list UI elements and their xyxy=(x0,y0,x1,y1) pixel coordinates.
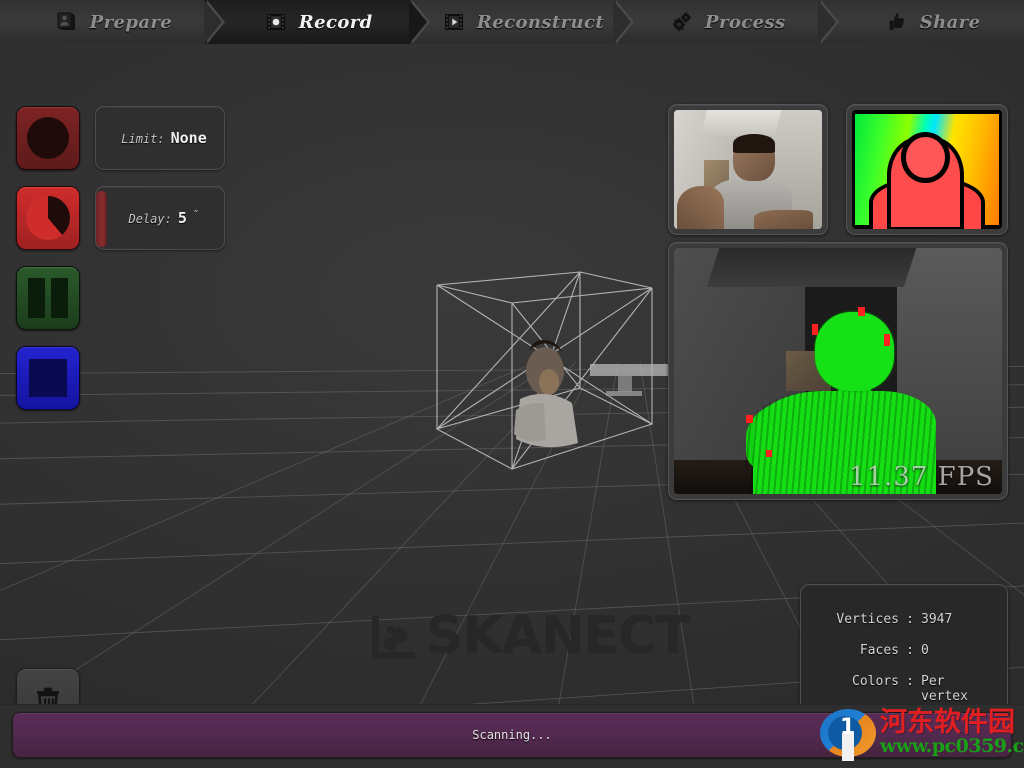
delay-field-label: Delay: xyxy=(128,212,172,226)
tab-process[interactable]: Process xyxy=(614,0,839,44)
delay-field-unit: ″ xyxy=(192,208,200,221)
stat-separator: : xyxy=(906,674,914,689)
record-circle-icon xyxy=(27,117,69,159)
status-text: Scanning... xyxy=(472,728,552,742)
stat-label-vertices: Vertices xyxy=(836,612,899,627)
site-watermark-url: www.pc0359.cn xyxy=(880,735,1024,758)
scanned-bust-model xyxy=(514,340,578,448)
tab-record-label: Record xyxy=(298,11,373,33)
tab-record[interactable]: Record xyxy=(204,0,430,44)
stat-separator: : xyxy=(906,643,914,658)
depth-camera-image xyxy=(852,110,1002,229)
3d-viewport[interactable]: SKANECT Limit: None Delay: 5 ″ 11.37 FPS… xyxy=(0,44,1024,704)
delay-field-value: 5 xyxy=(177,209,187,227)
stat-row: Faces : 0 xyxy=(815,643,993,658)
tab-share[interactable]: Share xyxy=(819,0,1024,44)
record-button[interactable] xyxy=(16,106,80,170)
pie-timer-icon xyxy=(26,196,70,240)
trash-icon xyxy=(37,687,59,704)
stop-square-icon xyxy=(29,359,67,397)
mesh-stats-panel: Vertices : 3947 Faces : 0 Colors : Per v… xyxy=(800,584,1008,704)
stat-row: Vertices : 3947 xyxy=(815,612,993,627)
limit-field[interactable]: Limit: None xyxy=(95,106,225,170)
color-camera-preview[interactable] xyxy=(668,104,828,235)
stat-value-faces: 0 xyxy=(921,643,929,658)
pause-button[interactable] xyxy=(16,266,80,330)
tab-share-label: Share xyxy=(919,11,981,33)
stat-label-faces: Faces xyxy=(859,643,899,658)
gears-icon xyxy=(670,10,694,34)
stat-label-colors: Colors xyxy=(852,674,899,689)
limit-field-label: Limit: xyxy=(121,132,165,146)
tab-process-label: Process xyxy=(705,11,786,33)
background-furniture xyxy=(590,364,672,396)
tab-prepare[interactable]: Prepare xyxy=(0,0,225,44)
stat-value-vertices: 3947 xyxy=(921,612,953,627)
scan-preview[interactable]: 11.37 FPS xyxy=(668,242,1008,500)
cards-icon xyxy=(55,10,79,34)
site-watermark-cn: 河东软件园 xyxy=(880,706,1015,738)
timed-record-button[interactable] xyxy=(16,186,80,250)
delay-slider-handle[interactable] xyxy=(96,191,107,247)
site-logo-icon: 1 xyxy=(818,703,878,763)
depth-camera-preview[interactable] xyxy=(846,104,1008,235)
skanect-window: Prepare Record Reconstruct Process Share… xyxy=(0,0,1024,768)
site-watermark: 1 河东软件园 www.pc0359.cn xyxy=(814,698,1024,768)
film-reel-icon xyxy=(264,10,288,34)
workflow-tabbar: Prepare Record Reconstruct Process Share xyxy=(0,0,1024,44)
tab-reconstruct[interactable]: Reconstruct xyxy=(409,0,635,44)
stop-button[interactable] xyxy=(16,346,80,410)
color-camera-image xyxy=(674,110,822,229)
stat-separator: : xyxy=(906,612,914,627)
tab-reconstruct-label: Reconstruct xyxy=(476,11,605,33)
record-controls xyxy=(16,106,80,426)
thumbs-up-icon xyxy=(885,10,909,34)
film-play-icon xyxy=(442,10,466,34)
fps-readout: 11.37 FPS xyxy=(848,462,994,492)
tab-prepare-label: Prepare xyxy=(89,11,173,33)
limit-field-value: None xyxy=(170,129,207,147)
reset-scan-button[interactable] xyxy=(16,668,80,704)
delay-field[interactable]: Delay: 5 ″ xyxy=(95,186,225,250)
pause-icon xyxy=(28,278,68,318)
scan-preview-image: 11.37 FPS xyxy=(674,248,1002,494)
